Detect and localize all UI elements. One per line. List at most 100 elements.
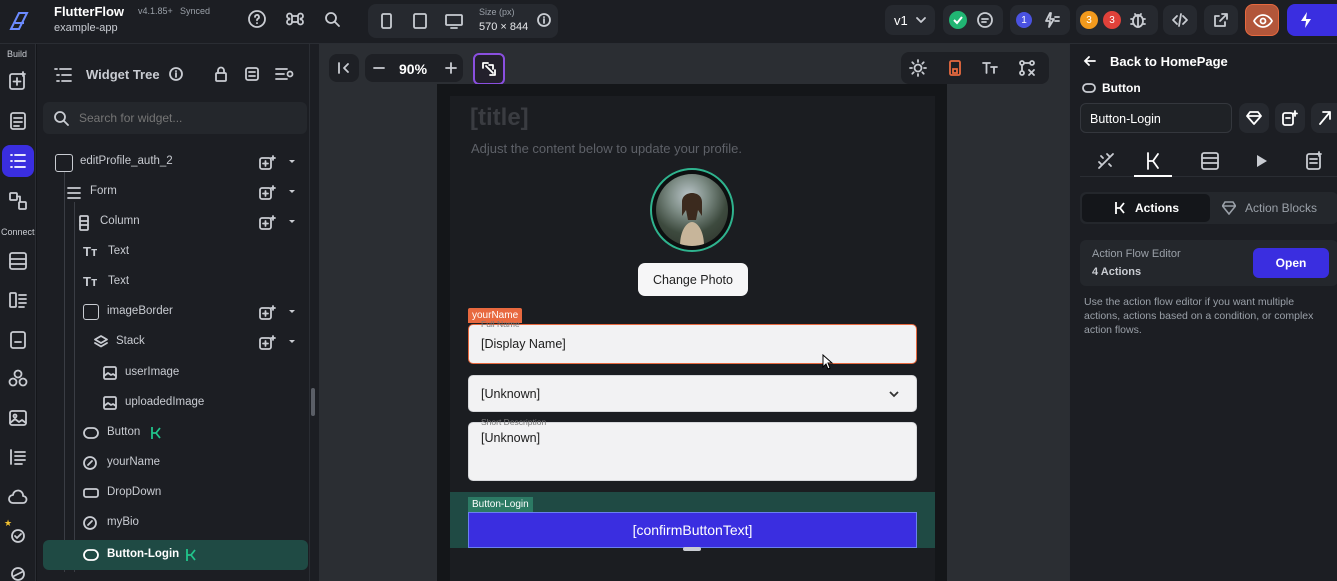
add-child-icon[interactable] xyxy=(258,214,276,230)
more-tools-icon[interactable] xyxy=(6,562,30,581)
caret-down-icon[interactable] xyxy=(287,157,303,173)
select-mode-button[interactable] xyxy=(473,53,505,85)
caret-down-icon[interactable] xyxy=(287,307,303,323)
category-dropdown[interactable]: [Unknown] xyxy=(468,375,917,412)
eye-icon xyxy=(1253,12,1278,30)
widget-name-input[interactable]: Button-Login xyxy=(1080,103,1232,133)
zoom-in-icon[interactable] xyxy=(443,60,459,76)
search-icon[interactable] xyxy=(322,9,342,29)
cloud-icon[interactable] xyxy=(6,485,30,509)
tree-item-dropdown[interactable]: DropDown xyxy=(45,478,307,508)
confirm-button[interactable]: [confirmButtonText] xyxy=(468,512,917,548)
widget-tree-nav-button[interactable] xyxy=(2,145,34,177)
add-child-icon[interactable] xyxy=(258,154,276,170)
tree-item-form[interactable]: Form xyxy=(45,177,307,207)
page-subtitle[interactable]: Adjust the content below to update your … xyxy=(471,141,742,156)
actions-segment[interactable]: Actions xyxy=(1082,194,1210,222)
tree-settings-icon[interactable] xyxy=(274,65,294,83)
widget-search-box[interactable] xyxy=(43,102,307,134)
comment-icon[interactable] xyxy=(976,11,994,29)
media-assets-icon[interactable] xyxy=(6,406,30,430)
preview-button[interactable] xyxy=(1245,4,1279,36)
info-icon[interactable] xyxy=(168,66,184,82)
back-link[interactable]: Back to HomePage xyxy=(1082,51,1228,71)
add-page-icon[interactable] xyxy=(6,69,30,93)
layout-settings-icon[interactable] xyxy=(1018,59,1036,77)
tree-item-yourname[interactable]: yourName xyxy=(45,448,307,478)
tree-item-button[interactable]: Button xyxy=(45,418,307,448)
responsive-icon[interactable] xyxy=(946,59,964,77)
tree-item-button-login[interactable]: Button-Login xyxy=(43,540,308,570)
tree-item-text[interactable]: Tт Text xyxy=(45,267,307,297)
resize-handle[interactable] xyxy=(311,388,315,416)
flutterflow-logo-icon[interactable] xyxy=(6,9,32,35)
storage-icon[interactable] xyxy=(6,328,30,352)
size-value[interactable]: 570 × 844 xyxy=(479,21,528,33)
tree-item-uploadedimage[interactable]: uploadedImage xyxy=(45,388,307,418)
count-badge[interactable]: 1 xyxy=(1016,12,1032,28)
code-view-button[interactable] xyxy=(1163,5,1197,35)
properties-tab-icon[interactable] xyxy=(1096,151,1116,171)
mobile-icon[interactable] xyxy=(378,12,394,30)
action-blocks-segment[interactable]: Action Blocks xyxy=(1222,194,1337,222)
tree-item-userimage[interactable]: userImage xyxy=(45,358,307,388)
command-icon[interactable] xyxy=(285,9,305,29)
panel-divider[interactable] xyxy=(309,44,319,581)
name-text-field[interactable]: Full Name [Display Name] xyxy=(468,319,917,364)
tablet-icon[interactable] xyxy=(411,12,429,30)
project-name[interactable]: example-app xyxy=(54,22,118,34)
integrations-icon[interactable] xyxy=(6,367,30,391)
light-mode-icon[interactable] xyxy=(909,59,927,77)
tree-item-editprofile[interactable]: editProfile_auth_2 xyxy=(45,147,307,177)
add-child-icon[interactable] xyxy=(258,334,276,350)
lightning-list-icon[interactable] xyxy=(1041,11,1061,29)
open-flow-editor-button[interactable]: Open xyxy=(1253,248,1329,278)
warning-badge[interactable]: 3 xyxy=(1080,11,1098,29)
help-icon[interactable] xyxy=(247,9,267,29)
flow-icon xyxy=(1317,110,1337,126)
zoom-out-icon[interactable] xyxy=(371,60,387,76)
api-calls-icon[interactable] xyxy=(6,288,30,312)
caret-down-icon[interactable] xyxy=(287,337,303,353)
caret-down-icon[interactable] xyxy=(287,187,303,203)
app-settings-icon[interactable] xyxy=(6,445,30,469)
check-icon[interactable] xyxy=(949,11,967,29)
add-child-icon[interactable] xyxy=(258,184,276,200)
database-icon[interactable] xyxy=(6,249,30,273)
version-selector-label: v1 xyxy=(894,12,908,28)
share-button[interactable] xyxy=(1204,5,1238,35)
text-scale-icon[interactable] xyxy=(981,59,999,77)
pages-icon[interactable] xyxy=(6,109,30,133)
bio-text-field[interactable]: Short Description [Unknown] xyxy=(468,417,917,481)
change-photo-button[interactable]: Change Photo xyxy=(638,263,748,296)
lock-icon[interactable] xyxy=(212,65,230,83)
collapse-panel-button[interactable] xyxy=(329,54,359,82)
bug-icon[interactable] xyxy=(1128,10,1148,30)
zoom-level[interactable]: 90% xyxy=(399,61,427,77)
resize-handle[interactable] xyxy=(683,547,701,551)
widget-search-input[interactable] xyxy=(79,108,294,128)
tree-item-column[interactable]: Column xyxy=(45,207,307,237)
error-badge[interactable]: 3 xyxy=(1103,11,1121,29)
diamond-button[interactable] xyxy=(1239,103,1269,133)
flow-button[interactable] xyxy=(1311,103,1337,133)
document-icon[interactable] xyxy=(1304,151,1324,171)
page-title[interactable]: [title] xyxy=(470,104,529,132)
collapse-all-icon[interactable] xyxy=(243,65,261,83)
tree-item-text[interactable]: Tт Text xyxy=(45,237,307,267)
add-child-icon[interactable] xyxy=(258,304,276,320)
version-selector[interactable]: v1 xyxy=(885,5,935,35)
desktop-icon[interactable] xyxy=(444,12,464,30)
play-icon[interactable] xyxy=(1252,152,1270,170)
tree-item-imageborder[interactable]: imageBorder xyxy=(45,297,307,327)
info-icon[interactable] xyxy=(536,12,552,28)
convert-component-button[interactable] xyxy=(1275,103,1305,133)
actions-tab[interactable] xyxy=(1134,145,1172,177)
tree-item-stack[interactable]: Stack xyxy=(45,327,307,357)
avatar-border[interactable] xyxy=(650,168,734,252)
run-button[interactable] xyxy=(1287,4,1337,36)
components-icon[interactable] xyxy=(6,189,30,213)
backend-query-icon[interactable] xyxy=(1200,151,1220,171)
caret-down-icon[interactable] xyxy=(287,217,303,233)
tree-item-mybio[interactable]: myBio xyxy=(45,508,307,538)
